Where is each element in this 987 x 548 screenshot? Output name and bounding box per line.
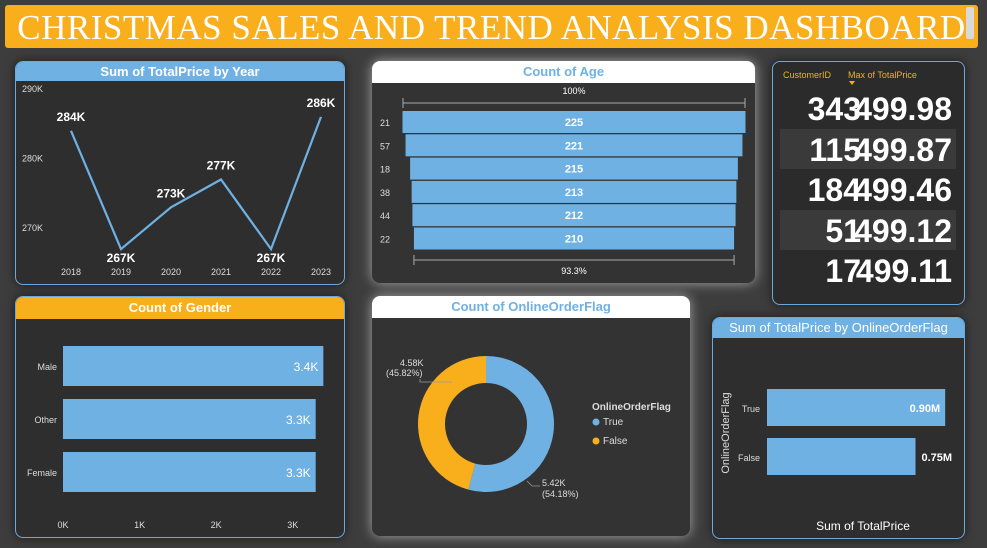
table-row[interactable]: 115 499.87 — [780, 128, 956, 169]
legend-label-false[interactable]: False — [603, 436, 628, 447]
scrollbar[interactable] — [966, 7, 974, 39]
customer-id-cell: 184 — [807, 172, 861, 208]
funnel-value-label: 221 — [565, 140, 583, 152]
y-tick-label: 280K — [22, 154, 43, 164]
funnel-category-label: 57 — [380, 141, 390, 151]
gender-bar[interactable] — [63, 399, 316, 439]
max-totalprice-cell: 499.12 — [854, 212, 952, 249]
max-totalprice-cell: 499.87 — [854, 131, 952, 168]
sum-online-value-label: 0.90M — [910, 403, 941, 415]
table-row[interactable]: 17 499.11 — [780, 250, 956, 291]
y-tick-label: 270K — [22, 223, 43, 233]
gender-value-label: 3.4K — [294, 360, 319, 374]
table-row[interactable]: 184 499.46 — [780, 169, 956, 210]
gender-value-label: 3.3K — [286, 413, 311, 427]
legend-title: OnlineOrderFlag — [592, 402, 671, 413]
x-axis-title: Sum of TotalPrice — [816, 519, 910, 533]
data-label: 267K — [107, 251, 136, 265]
y-tick-label: 290K — [22, 84, 43, 94]
donut-leader-true — [526, 480, 540, 487]
x-tick-label: 2K — [211, 520, 222, 530]
funnel-value-label: 213 — [565, 187, 583, 199]
max-totalprice-cell: 499.11 — [855, 253, 952, 289]
customer-id-cell: 343 — [807, 91, 861, 127]
max-totalprice-cell: 499.98 — [854, 91, 952, 127]
x-tick-label: 2019 — [111, 267, 131, 277]
sum-online-bar-chart: 0.90M True 0.75M False OnlineOrderFlag Sum of… — [720, 389, 953, 533]
sort-arrow-icon[interactable] — [849, 81, 855, 85]
data-label: 284K — [57, 110, 86, 124]
data-label: 286K — [307, 96, 336, 110]
legend-marker-true[interactable] — [592, 418, 600, 426]
table-row[interactable]: 343 499.98 — [780, 88, 956, 129]
line-series-totalprice[interactable] — [69, 116, 323, 252]
donut-label-true-percent: (54.18%) — [542, 489, 579, 499]
customer-table-panel: CustomerID Max of TotalPrice 343 499.98 11… — [772, 61, 965, 305]
funnel-category-label: 38 — [380, 188, 390, 198]
y-axis-title: OnlineOrderFlag — [720, 392, 732, 473]
x-tick-label: 0K — [57, 520, 68, 530]
table-header-customerid[interactable]: CustomerID — [783, 70, 831, 80]
legend-label-true[interactable]: True — [603, 417, 624, 428]
funnel-category-label: 44 — [380, 211, 390, 221]
x-tick-label: 2020 — [161, 267, 181, 277]
gender-category-label: Male — [37, 362, 57, 372]
online-order-donut-chart: 4.58K(45.82%) 5.42K(54.18%) OnlineOrderFla… — [386, 356, 671, 499]
table-body: 343 499.98 115 499.87 184 499.46 51 499.12 17 499… — [780, 88, 956, 291]
online-order-donut-panel: Count of OnlineOrderFlag 4.58K (45.82%) 5.… — [372, 296, 690, 536]
dashboard-title: CHRISTMAS SALES AND TREND ANALYSIS DASHB… — [5, 5, 978, 48]
sum-online-category-label: False — [738, 453, 760, 463]
funnel-bottom-percent: 93.3% — [561, 266, 587, 276]
age-funnel-chart: 100% 225 21 221 57 215 18 213 38 212 44 210 22 93.3% — [380, 86, 746, 276]
table-row[interactable]: 51 499.12 — [780, 209, 956, 250]
funnel-value-label: 215 — [565, 164, 583, 176]
table-header-max-totalprice[interactable]: Max of TotalPrice — [848, 70, 917, 80]
funnel-top-percent: 100% — [562, 86, 585, 96]
donut-label-false-percent: (45.82%) — [386, 368, 423, 378]
age-funnel-panel: Count of Age 100% 225 21 221 57 215 18 213 38 212… — [372, 61, 755, 283]
x-tick-label: 2018 — [61, 267, 81, 277]
data-label: 267K — [257, 251, 286, 265]
gender-bar[interactable] — [63, 452, 316, 492]
sum-online-value-label: 0.75M — [922, 452, 953, 464]
gender-category-label: Other — [34, 415, 57, 425]
funnel-value-label: 210 — [565, 234, 583, 246]
x-tick-label: 3K — [287, 520, 298, 530]
gender-bar-chart-panel: Count of Gender 3.4K Male 3.3K Other 3.3K Fem… — [15, 296, 345, 538]
data-label: 273K — [157, 186, 186, 200]
donut-label-true-value: 5.42K — [542, 478, 566, 488]
year-line-chart: 270K 280K 290K 2018 2019 2020 2021 2022 2023 284K… — [22, 84, 336, 277]
data-label: 277K — [207, 158, 236, 172]
x-tick-label: 2023 — [311, 267, 331, 277]
funnel-category-label: 21 — [380, 118, 390, 128]
year-line-chart-panel: Sum of TotalPrice by Year 270K 280K 290K 20… — [15, 61, 345, 285]
x-tick-label: 2021 — [211, 267, 231, 277]
gender-bar[interactable] — [63, 346, 324, 386]
max-totalprice-cell: 499.46 — [854, 172, 952, 208]
funnel-category-label: 22 — [380, 235, 390, 245]
donut-label-false-value: 4.58K — [400, 358, 424, 368]
x-tick-label: 1K — [134, 520, 145, 530]
funnel-category-label: 18 — [380, 165, 390, 175]
sum-online-bar[interactable] — [767, 438, 916, 475]
funnel-value-label: 225 — [565, 117, 583, 129]
funnel-value-label: 212 — [565, 210, 583, 222]
x-tick-label: 2022 — [261, 267, 281, 277]
gender-value-label: 3.3K — [286, 466, 311, 480]
gender-category-label: Female — [27, 468, 57, 478]
gender-bar-chart: 3.4K Male 3.3K Other 3.3K Female 0K 1K 2K 3K — [27, 346, 324, 530]
sum-online-bar-chart-panel: Sum of TotalPrice by OnlineOrderFlag 0.9… — [712, 317, 965, 539]
sum-online-category-label: True — [742, 404, 760, 414]
legend-marker-false[interactable] — [592, 437, 600, 445]
